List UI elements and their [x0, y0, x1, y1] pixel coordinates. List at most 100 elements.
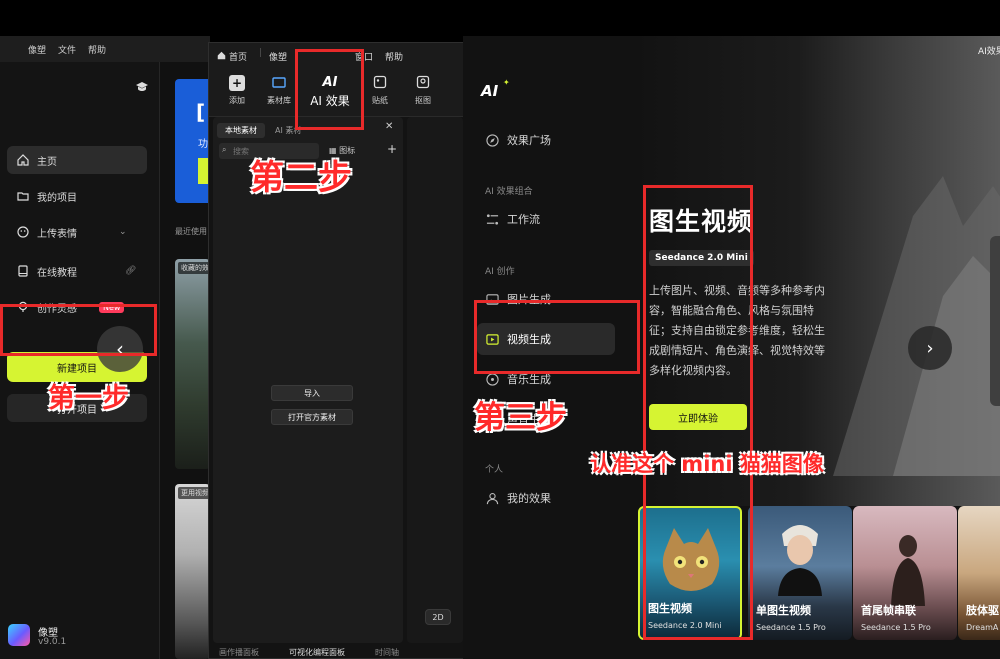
folder-icon: [17, 190, 29, 202]
chevron-left-icon[interactable]: ‹: [97, 326, 143, 372]
home-icon[interactable]: [217, 51, 226, 63]
annotation-step2: 第二步: [250, 158, 352, 198]
add-media-icon[interactable]: +: [387, 142, 397, 156]
tool-cutout[interactable]: 抠图: [403, 75, 443, 106]
card-subtitle: Seedance 1.5 Pro: [861, 623, 931, 632]
app-tab[interactable]: 像塑: [269, 50, 287, 63]
app-logo-icon: [8, 624, 30, 646]
try-now-button[interactable]: 立即体验: [649, 404, 747, 430]
blossom-image: [891, 535, 925, 606]
mode-2d-button[interactable]: 2D: [425, 609, 451, 625]
sidebar-item-label: 创作灵感: [37, 303, 77, 315]
editor-window: 首页 | 像塑 窗口 帮助 + 添加 素材库 AI AI 效果 贴纸 抠图 本地…: [208, 42, 465, 659]
card-subtitle: DreamA: [966, 623, 999, 632]
card-subtitle: Seedance 1.5 Pro: [756, 623, 826, 632]
effect-card[interactable]: 首尾帧串联 Seedance 1.5 Pro: [853, 506, 957, 640]
video-icon: [485, 332, 499, 346]
banner-subtitle: 功: [198, 139, 208, 150]
app-version: v9.0.1: [38, 637, 67, 647]
nav-label: 我的效果: [507, 492, 551, 505]
ai-icon: AI: [322, 75, 338, 90]
sidebar-item-label: 主页: [37, 156, 57, 168]
sidebar-item-my-projects[interactable]: 我的项目: [7, 182, 147, 210]
plus-icon: +: [229, 75, 245, 91]
nav-video-gen[interactable]: 视频生成: [477, 323, 615, 355]
emoji-icon: [17, 226, 29, 238]
nav-effects-plaza[interactable]: 效果广场: [477, 124, 615, 156]
tool-library[interactable]: 素材库: [259, 75, 299, 106]
card-title: 单图生视频: [756, 604, 811, 617]
chevron-down-icon[interactable]: ⌄: [119, 227, 127, 237]
sidebar-item-home[interactable]: 主页: [7, 146, 147, 174]
nav-label: 音乐生成: [507, 373, 551, 386]
help-menu[interactable]: 帮助: [385, 50, 403, 63]
recent-thumbnail[interactable]: 更用视频: [175, 484, 210, 659]
graduation-cap-icon[interactable]: [136, 82, 148, 95]
tab-timeline[interactable]: 时间轴: [375, 647, 399, 658]
import-button[interactable]: 导入: [271, 385, 353, 401]
window-menu[interactable]: 窗口: [355, 50, 373, 63]
card-subtitle: Seedance 2.0 Mini: [648, 621, 722, 630]
recent-thumbnail[interactable]: 收藏的效: [175, 259, 210, 469]
effect-card[interactable]: 单图生视频 Seedance 1.5 Pro: [748, 506, 852, 640]
nav-workflow[interactable]: 工作流: [477, 203, 615, 235]
menu-file[interactable]: 文件: [58, 43, 76, 56]
effect-card[interactable]: 图生视频 Seedance 2.0 Mini: [638, 506, 742, 640]
nav-label: 效果广场: [507, 134, 551, 147]
sidebar-item-tutorials[interactable]: 在线教程 🔗︎: [7, 257, 147, 285]
ai-effects-window: AI效果 AI ✦ 效果广场 AI 效果组合 工作流 AI 创作 图片生成 视频…: [463, 36, 1000, 659]
home-tab[interactable]: 首页: [229, 50, 247, 63]
card-title: 首尾帧串联: [861, 604, 916, 617]
tab-canvas-panel[interactable]: 画作播面板: [219, 647, 259, 658]
nav-label: 工作流: [507, 213, 540, 226]
nav-image-gen[interactable]: 图片生成: [477, 283, 615, 315]
preview-panel: [407, 117, 463, 643]
recent-label: 最近使用: [175, 227, 207, 236]
sidebar-item-upload-emoji[interactable]: 上传表情 ⌄: [7, 218, 147, 246]
model-badge: Seedance 2.0 Mini: [649, 250, 754, 266]
close-icon[interactable]: ✕: [385, 121, 393, 132]
workflow-icon: [485, 212, 499, 226]
tab-local-media[interactable]: 本地素材: [217, 122, 265, 138]
user-icon: [485, 491, 499, 505]
next-slide-peek[interactable]: [990, 236, 1000, 406]
home-icon: [17, 154, 29, 166]
media-tabs: 本地素材 AI 素材: [217, 121, 399, 139]
chevron-right-icon[interactable]: ›: [908, 326, 952, 370]
open-official-assets-button[interactable]: 打开官方素材: [271, 409, 353, 425]
tool-sticker[interactable]: 贴纸: [360, 75, 400, 106]
tool-label: 素材库: [267, 96, 291, 105]
hero-description: 上传图片、视频、音频等多种参考内容，智能融合角色、风格与氛围特征；支持自由锁定参…: [649, 284, 825, 377]
editor-topbar: 首页 | 像塑 窗口 帮助: [209, 43, 465, 69]
tool-ai-effects[interactable]: AI AI 效果: [301, 75, 359, 109]
menu-help[interactable]: 帮助: [88, 43, 106, 56]
annotation-step3: 第三步: [474, 400, 567, 436]
image-icon: [485, 292, 499, 306]
menu-app[interactable]: 像塑: [28, 43, 46, 56]
sidebar-item-label: 上传表情: [37, 228, 77, 240]
card-title: 肢体驱: [966, 604, 999, 617]
sparkle-icon: ✦: [503, 78, 510, 87]
tool-label: AI 效果: [310, 94, 350, 108]
editor-toolbar: + 添加 素材库 AI AI 效果 贴纸 抠图: [209, 69, 465, 117]
thumbnail-tag: 收藏的效: [178, 262, 210, 274]
cat-image: [662, 528, 720, 591]
tab-ai-media[interactable]: AI 素材: [275, 125, 301, 136]
tab-visual-programming[interactable]: 可视化编程面板: [289, 647, 345, 658]
new-badge: New: [99, 301, 125, 313]
cutout-icon: [415, 75, 431, 91]
tool-label: 抠图: [415, 96, 431, 105]
effect-card[interactable]: 肢体驱 DreamA: [958, 506, 1000, 640]
nav-label: 视频生成: [507, 333, 551, 346]
nav-my-effects[interactable]: 我的效果: [477, 482, 615, 514]
library-icon: [271, 75, 287, 91]
annotation-note: 认准这个 mini 猫猫图像: [590, 452, 824, 476]
sidebar-item-label: 我的项目: [37, 192, 77, 204]
sticker-icon: [372, 75, 388, 91]
tool-add[interactable]: + 添加: [217, 75, 257, 106]
divider: |: [259, 48, 263, 58]
nav-music-gen[interactable]: 音乐生成: [477, 363, 615, 395]
sidebar-item-inspiration[interactable]: 创作灵感 New: [7, 293, 147, 321]
ai-logo-icon: AI: [481, 82, 499, 100]
banner-title: [: [196, 100, 206, 124]
